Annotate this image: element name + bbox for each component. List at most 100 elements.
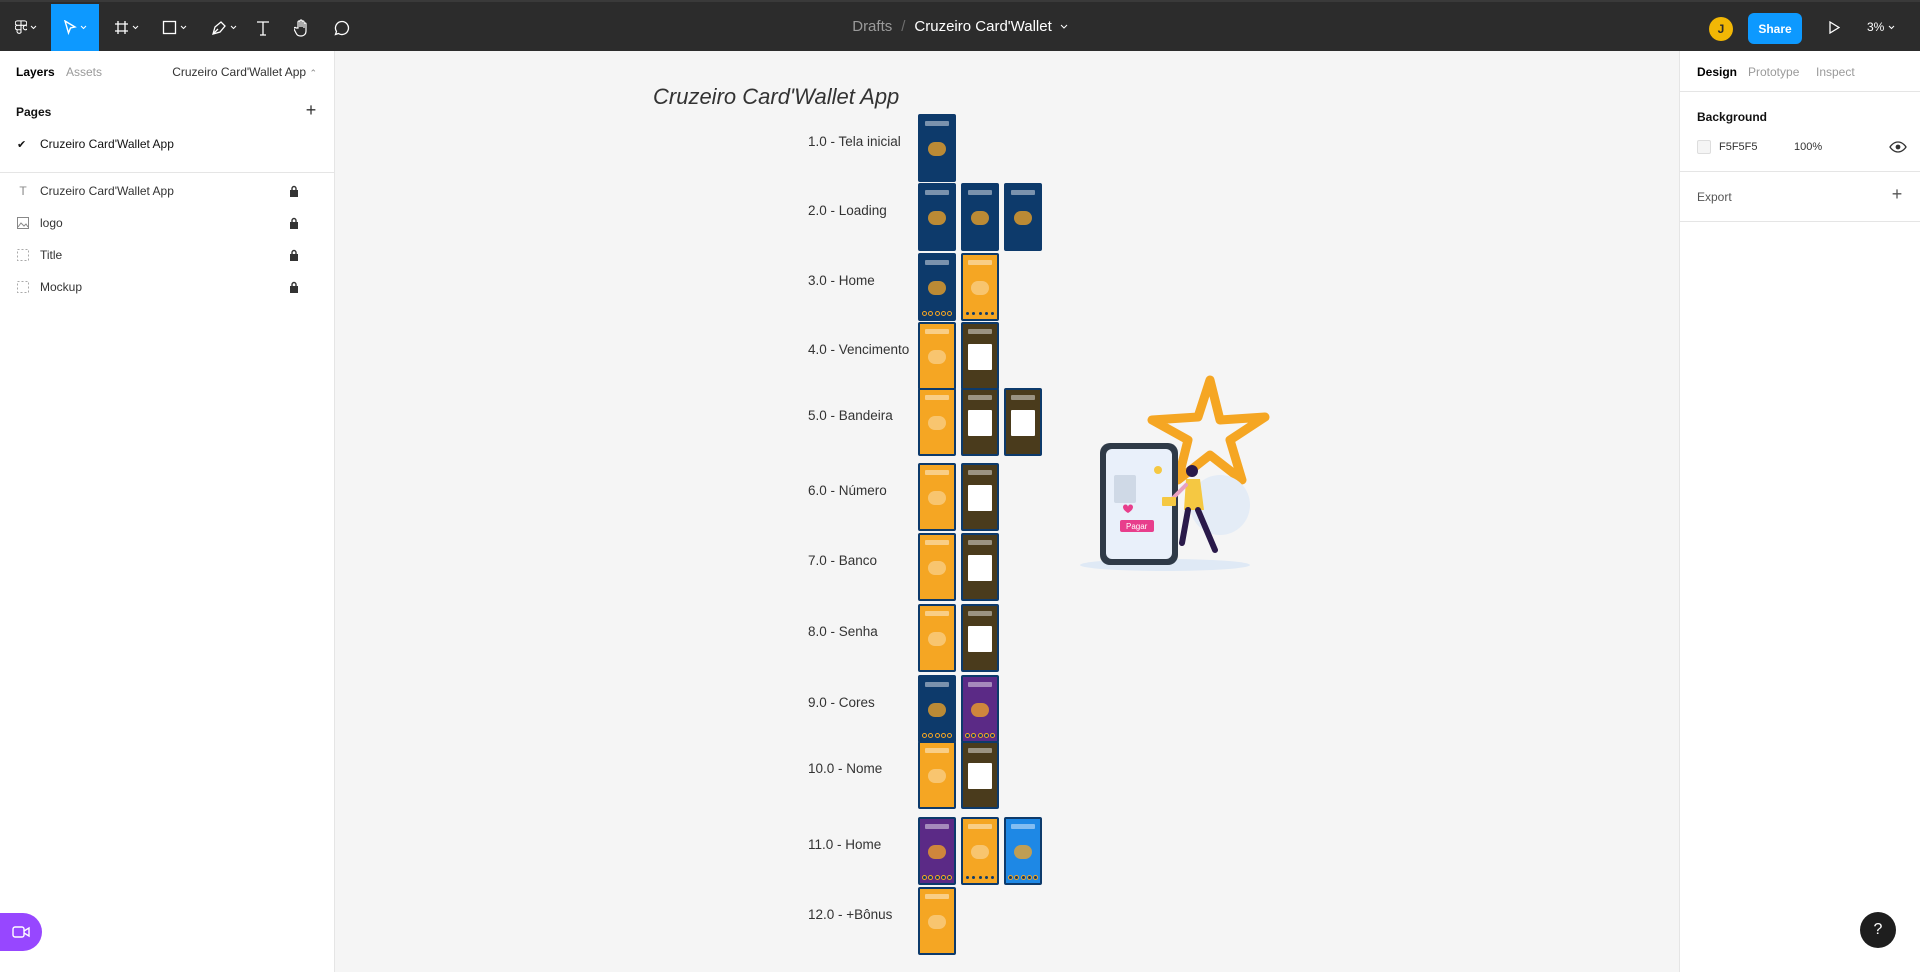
file-name[interactable]: Cruzeiro Card'Wallet bbox=[914, 18, 1051, 35]
layer-item[interactable]: logo bbox=[0, 209, 335, 237]
breadcrumb-drafts[interactable]: Drafts bbox=[852, 18, 892, 35]
section-label[interactable]: 12.0 - +Bônus bbox=[808, 907, 892, 922]
screen-frame[interactable] bbox=[918, 741, 956, 809]
left-panel-tabs: Layers Assets Cruzeiro Card'Wallet App ⌃ bbox=[0, 51, 335, 91]
screen-frame[interactable] bbox=[961, 604, 999, 672]
tab-assets[interactable]: Assets bbox=[66, 65, 102, 79]
frame-header bbox=[1011, 190, 1035, 195]
screen-frame[interactable] bbox=[918, 533, 956, 601]
section-label[interactable]: 3.0 - Home bbox=[808, 273, 875, 288]
screen-frame[interactable] bbox=[918, 322, 956, 390]
lock-icon[interactable] bbox=[289, 185, 299, 197]
page-selector[interactable]: Cruzeiro Card'Wallet App ⌃ bbox=[172, 65, 317, 79]
section-label[interactable]: 4.0 - Vencimento bbox=[808, 342, 909, 357]
background-color-swatch[interactable] bbox=[1697, 140, 1711, 154]
frame-header bbox=[968, 260, 992, 265]
layer-item[interactable]: T Cruzeiro Card'Wallet App bbox=[0, 177, 335, 205]
frame-content bbox=[971, 703, 989, 717]
main-menu-button[interactable] bbox=[8, 4, 44, 51]
comment-tool[interactable] bbox=[329, 4, 355, 51]
screen-frame[interactable] bbox=[918, 463, 956, 531]
nav-dot bbox=[990, 875, 995, 880]
screen-frame[interactable] bbox=[961, 817, 999, 885]
layer-item[interactable]: Mockup bbox=[0, 273, 335, 301]
screen-frame[interactable] bbox=[918, 183, 956, 251]
canvas-title[interactable]: Cruzeiro Card'Wallet App bbox=[653, 84, 899, 110]
section-label[interactable]: 6.0 - Número bbox=[808, 483, 887, 498]
move-tool[interactable] bbox=[51, 4, 99, 51]
frame-header bbox=[968, 395, 992, 400]
page-item-label: Cruzeiro Card'Wallet App bbox=[40, 137, 174, 151]
screen-frame[interactable] bbox=[918, 675, 956, 743]
screen-frame[interactable] bbox=[961, 388, 999, 456]
screen-frame[interactable] bbox=[918, 114, 956, 182]
chevron-down-icon bbox=[132, 25, 138, 30]
layer-name: Title bbox=[40, 248, 63, 262]
add-page-button[interactable]: + bbox=[301, 100, 321, 120]
screen-frame[interactable] bbox=[961, 533, 999, 601]
section-label[interactable]: 8.0 - Senha bbox=[808, 624, 878, 639]
breadcrumb: Drafts / Cruzeiro Card'Wallet bbox=[0, 2, 1920, 51]
section-label[interactable]: 5.0 - Bandeira bbox=[808, 408, 893, 423]
zoom-menu[interactable]: 3% bbox=[1867, 15, 1895, 39]
screen-frame[interactable] bbox=[918, 388, 956, 456]
eye-icon[interactable] bbox=[1889, 138, 1907, 156]
screen-frame[interactable] bbox=[961, 253, 999, 321]
frame-header bbox=[968, 540, 992, 545]
video-call-button[interactable] bbox=[0, 913, 42, 951]
share-button[interactable]: Share bbox=[1748, 13, 1802, 44]
present-button[interactable] bbox=[1822, 15, 1846, 39]
frame-modal bbox=[968, 485, 992, 511]
screen-frame[interactable] bbox=[961, 463, 999, 531]
screen-frame[interactable] bbox=[1004, 388, 1042, 456]
tab-prototype[interactable]: Prototype bbox=[1748, 65, 1799, 79]
pen-tool[interactable] bbox=[205, 4, 243, 51]
tab-design[interactable]: Design bbox=[1697, 65, 1737, 79]
tab-layers[interactable]: Layers bbox=[16, 65, 55, 79]
help-button[interactable]: ? bbox=[1860, 912, 1896, 948]
section-label[interactable]: 1.0 - Tela inicial bbox=[808, 134, 901, 149]
text-tool[interactable] bbox=[250, 4, 276, 51]
frame-content bbox=[928, 491, 946, 505]
question-mark-icon: ? bbox=[1873, 921, 1883, 938]
section-label[interactable]: 10.0 - Nome bbox=[808, 761, 882, 776]
screen-frame[interactable] bbox=[961, 183, 999, 251]
tab-inspect[interactable]: Inspect bbox=[1816, 65, 1855, 79]
screen-frame[interactable] bbox=[1004, 183, 1042, 251]
screen-frame[interactable] bbox=[961, 322, 999, 390]
screen-frame[interactable] bbox=[918, 604, 956, 672]
hand-tool[interactable] bbox=[289, 4, 315, 51]
file-menu-chevron[interactable] bbox=[1060, 24, 1068, 29]
avatar[interactable]: J bbox=[1709, 17, 1733, 41]
screen-frame[interactable] bbox=[918, 887, 956, 955]
section-label[interactable]: 9.0 - Cores bbox=[808, 695, 875, 710]
section-label[interactable]: 11.0 - Home bbox=[808, 837, 881, 852]
section-label[interactable]: 2.0 - Loading bbox=[808, 203, 887, 218]
frame-header bbox=[925, 611, 949, 616]
screen-frame[interactable] bbox=[918, 817, 956, 885]
add-export-button[interactable]: + bbox=[1887, 184, 1907, 204]
layer-name: Mockup bbox=[40, 280, 83, 294]
nav-dot bbox=[1008, 875, 1013, 880]
layer-item[interactable]: Title bbox=[0, 241, 335, 269]
screen-frame[interactable] bbox=[918, 253, 956, 321]
illustration[interactable]: Pagar bbox=[1070, 375, 1270, 575]
lock-icon[interactable] bbox=[289, 217, 299, 229]
nav-dot bbox=[940, 311, 946, 316]
background-opacity-field[interactable]: 100% bbox=[1794, 141, 1822, 153]
page-item[interactable]: ✔ Cruzeiro Card'Wallet App bbox=[0, 130, 335, 158]
frame-layer-icon bbox=[16, 248, 30, 262]
shape-tool[interactable] bbox=[155, 4, 193, 51]
section-label[interactable]: 7.0 - Banco bbox=[808, 553, 877, 568]
frame-tool[interactable] bbox=[107, 4, 145, 51]
frame-header bbox=[925, 894, 949, 899]
lock-icon[interactable] bbox=[289, 249, 299, 261]
screen-frame[interactable] bbox=[961, 675, 999, 743]
nav-dot bbox=[947, 875, 952, 880]
frame-content bbox=[928, 703, 946, 717]
lock-icon[interactable] bbox=[289, 281, 299, 293]
screen-frame[interactable] bbox=[1004, 817, 1042, 885]
screen-frame[interactable] bbox=[961, 741, 999, 809]
export-header: Export bbox=[1697, 190, 1732, 204]
background-hex-field[interactable]: F5F5F5 bbox=[1719, 141, 1758, 153]
